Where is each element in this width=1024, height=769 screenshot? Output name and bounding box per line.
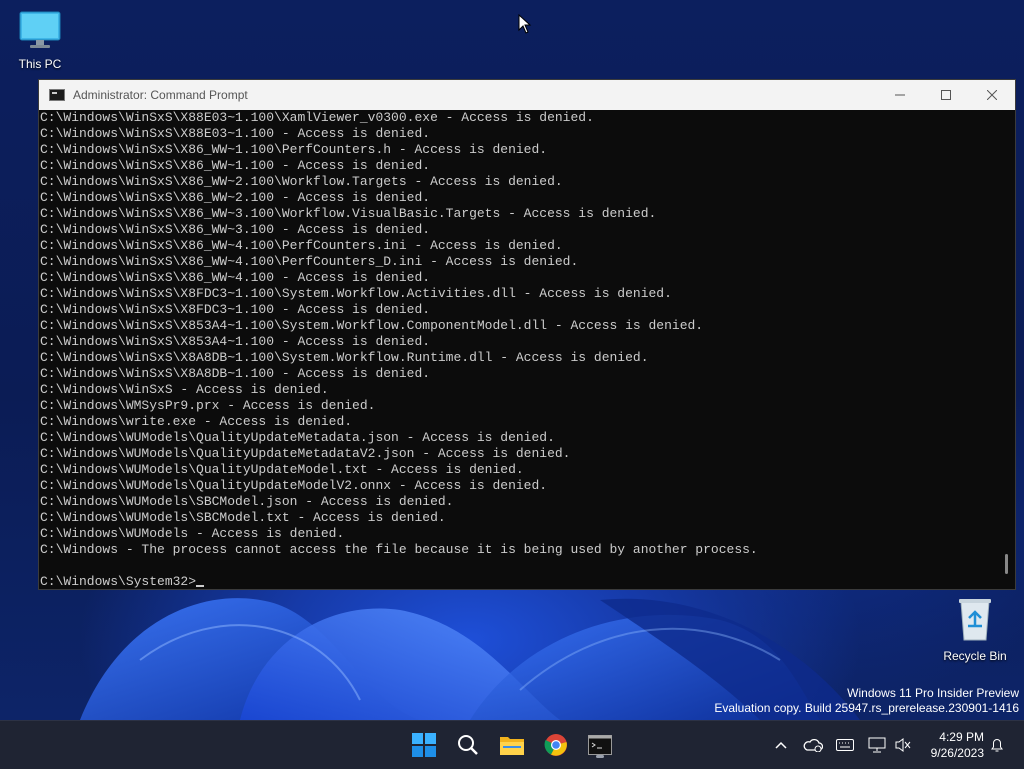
console-line: C:\Windows\WinSxS\X8FDC3~1.100 - Access … [40, 302, 431, 317]
text-cursor [196, 585, 205, 587]
mouse-pointer-icon [518, 14, 532, 34]
console-prompt: C:\Windows\System32> [40, 574, 197, 589]
recycle-bin-label: Recycle Bin [943, 649, 1007, 663]
recycle-bin-desktop-icon[interactable]: Recycle Bin [935, 596, 1015, 663]
console-line: C:\Windows\WUModels - Access is denied. [40, 526, 345, 541]
network-tray-button[interactable] [864, 721, 890, 769]
onedrive-tray-button[interactable] [800, 721, 826, 769]
minimize-icon [895, 94, 905, 96]
vertical-scrollbar[interactable] [997, 110, 1015, 589]
evaluation-watermark: Windows 11 Pro Insider Preview Evaluatio… [714, 686, 1019, 716]
console-line: C:\Windows\WinSxS\X8A8DB~1.100 - Access … [40, 366, 431, 381]
console-line: C:\Windows\write.exe - Access is denied. [40, 414, 353, 429]
console-line: C:\Windows\WinSxS\X86_WW~2.100 - Access … [40, 190, 431, 205]
console-line: C:\Windows\WUModels\QualityUpdateModel.t… [40, 462, 524, 477]
console-line: C:\Windows\WinSxS - Access is denied. [40, 382, 329, 397]
monitor-icon [19, 11, 61, 48]
console-output[interactable]: C:\Windows\WinSxS\X88E03~1.100\XamlViewe… [39, 110, 997, 589]
notification-bell-icon [991, 739, 1003, 752]
console-line: C:\Windows\WinSxS\X86_WW~4.100 - Access … [40, 270, 431, 285]
console-line: C:\Windows\WinSxS\X86_WW~3.100 - Access … [40, 222, 431, 237]
start-button[interactable] [408, 729, 440, 761]
console-line: C:\Windows\WinSxS\X86_WW~4.100\PerfCount… [40, 254, 579, 269]
console-line: C:\Windows\WinSxS\X88E03~1.100\XamlViewe… [40, 110, 594, 125]
minimize-button[interactable] [877, 80, 923, 110]
show-hidden-icons-button[interactable] [770, 721, 792, 769]
search-icon [458, 735, 478, 755]
search-button[interactable] [452, 729, 484, 761]
console-line: C:\Windows\WinSxS\X86_WW~4.100\PerfCount… [40, 238, 563, 253]
window-title: Administrator: Command Prompt [73, 88, 248, 102]
clock-date: 9/26/2023 [930, 746, 984, 760]
console-line: C:\Windows\WinSxS\X86_WW~1.100 - Access … [40, 158, 431, 173]
close-button[interactable] [969, 80, 1015, 110]
maximize-icon [941, 90, 951, 100]
console-line: C:\Windows\WUModels\SBCModel.json - Acce… [40, 494, 454, 509]
console-line: C:\Windows\WinSxS\X86_WW~2.100\Workflow.… [40, 174, 563, 189]
command-prompt-app-icon [49, 89, 65, 101]
file-explorer-icon [500, 737, 524, 755]
this-pc-label: This PC [18, 57, 62, 71]
console-line: C:\Windows\WinSxS\X86_WW~1.100\PerfCount… [40, 142, 548, 157]
console-prompt-line[interactable]: C:\Windows\System32> [40, 574, 997, 589]
window-titlebar[interactable]: Administrator: Command Prompt [39, 80, 1015, 110]
chrome-button[interactable] [540, 729, 572, 761]
console-line: C:\Windows\WUModels\QualityUpdateMetadat… [40, 446, 571, 461]
taskbar: 4:29 PM 9/26/2023 [0, 720, 1024, 769]
chrome-icon [544, 734, 567, 756]
console-line: C:\Windows\WinSxS\X853A4~1.100 - Access … [40, 334, 431, 349]
watermark-edition: Windows 11 Pro Insider Preview [847, 686, 1019, 700]
console-line: C:\Windows\WMSysPr9.prx - Access is deni… [40, 398, 376, 413]
system-clock[interactable]: 4:29 PM 9/26/2023 [931, 729, 984, 761]
console-line: C:\Windows\WUModels\SBCModel.txt - Acces… [40, 510, 446, 525]
recycle-bin-icon [959, 599, 991, 641]
console-line: C:\Windows\WUModels\QualityUpdateModelV2… [40, 478, 548, 493]
console-line: C:\Windows\WinSxS\X853A4~1.100\System.Wo… [40, 318, 704, 333]
close-icon [987, 90, 997, 100]
console-line: C:\Windows - The process cannot access t… [40, 542, 758, 557]
clock-time: 4:29 PM [939, 730, 984, 744]
notifications-button[interactable] [986, 721, 1008, 769]
this-pc-desktop-icon[interactable]: This PC [0, 10, 80, 71]
watermark-build: Evaluation copy. Build 25947.rs_prerelea… [714, 701, 1019, 715]
command-prompt-icon [588, 735, 612, 755]
command-prompt-taskbar-button[interactable] [584, 729, 616, 761]
chevron-up-icon [775, 741, 787, 749]
console-line: C:\Windows\WinSxS\X8A8DB~1.100\System.Wo… [40, 350, 649, 365]
network-icon [868, 737, 886, 753]
scrollbar-thumb[interactable] [1005, 554, 1008, 574]
file-explorer-button[interactable] [496, 729, 528, 761]
command-prompt-window[interactable]: Administrator: Command Prompt C:\Windows… [38, 79, 1016, 590]
volume-tray-button[interactable] [890, 721, 916, 769]
maximize-button[interactable] [923, 80, 969, 110]
console-line: C:\Windows\WinSxS\X8FDC3~1.100\System.Wo… [40, 286, 672, 301]
console-line: C:\Windows\WinSxS\X88E03~1.100 - Access … [40, 126, 431, 141]
windows-start-icon [412, 733, 436, 757]
console-line: C:\Windows\WinSxS\X86_WW~3.100\Workflow.… [40, 206, 657, 221]
volume-muted-icon [895, 738, 911, 752]
keyboard-tray-button[interactable] [832, 721, 858, 769]
console-line: C:\Windows\WUModels\QualityUpdateMetadat… [40, 430, 555, 445]
keyboard-icon [836, 739, 854, 751]
onedrive-icon [803, 738, 823, 752]
active-app-indicator [596, 755, 604, 758]
